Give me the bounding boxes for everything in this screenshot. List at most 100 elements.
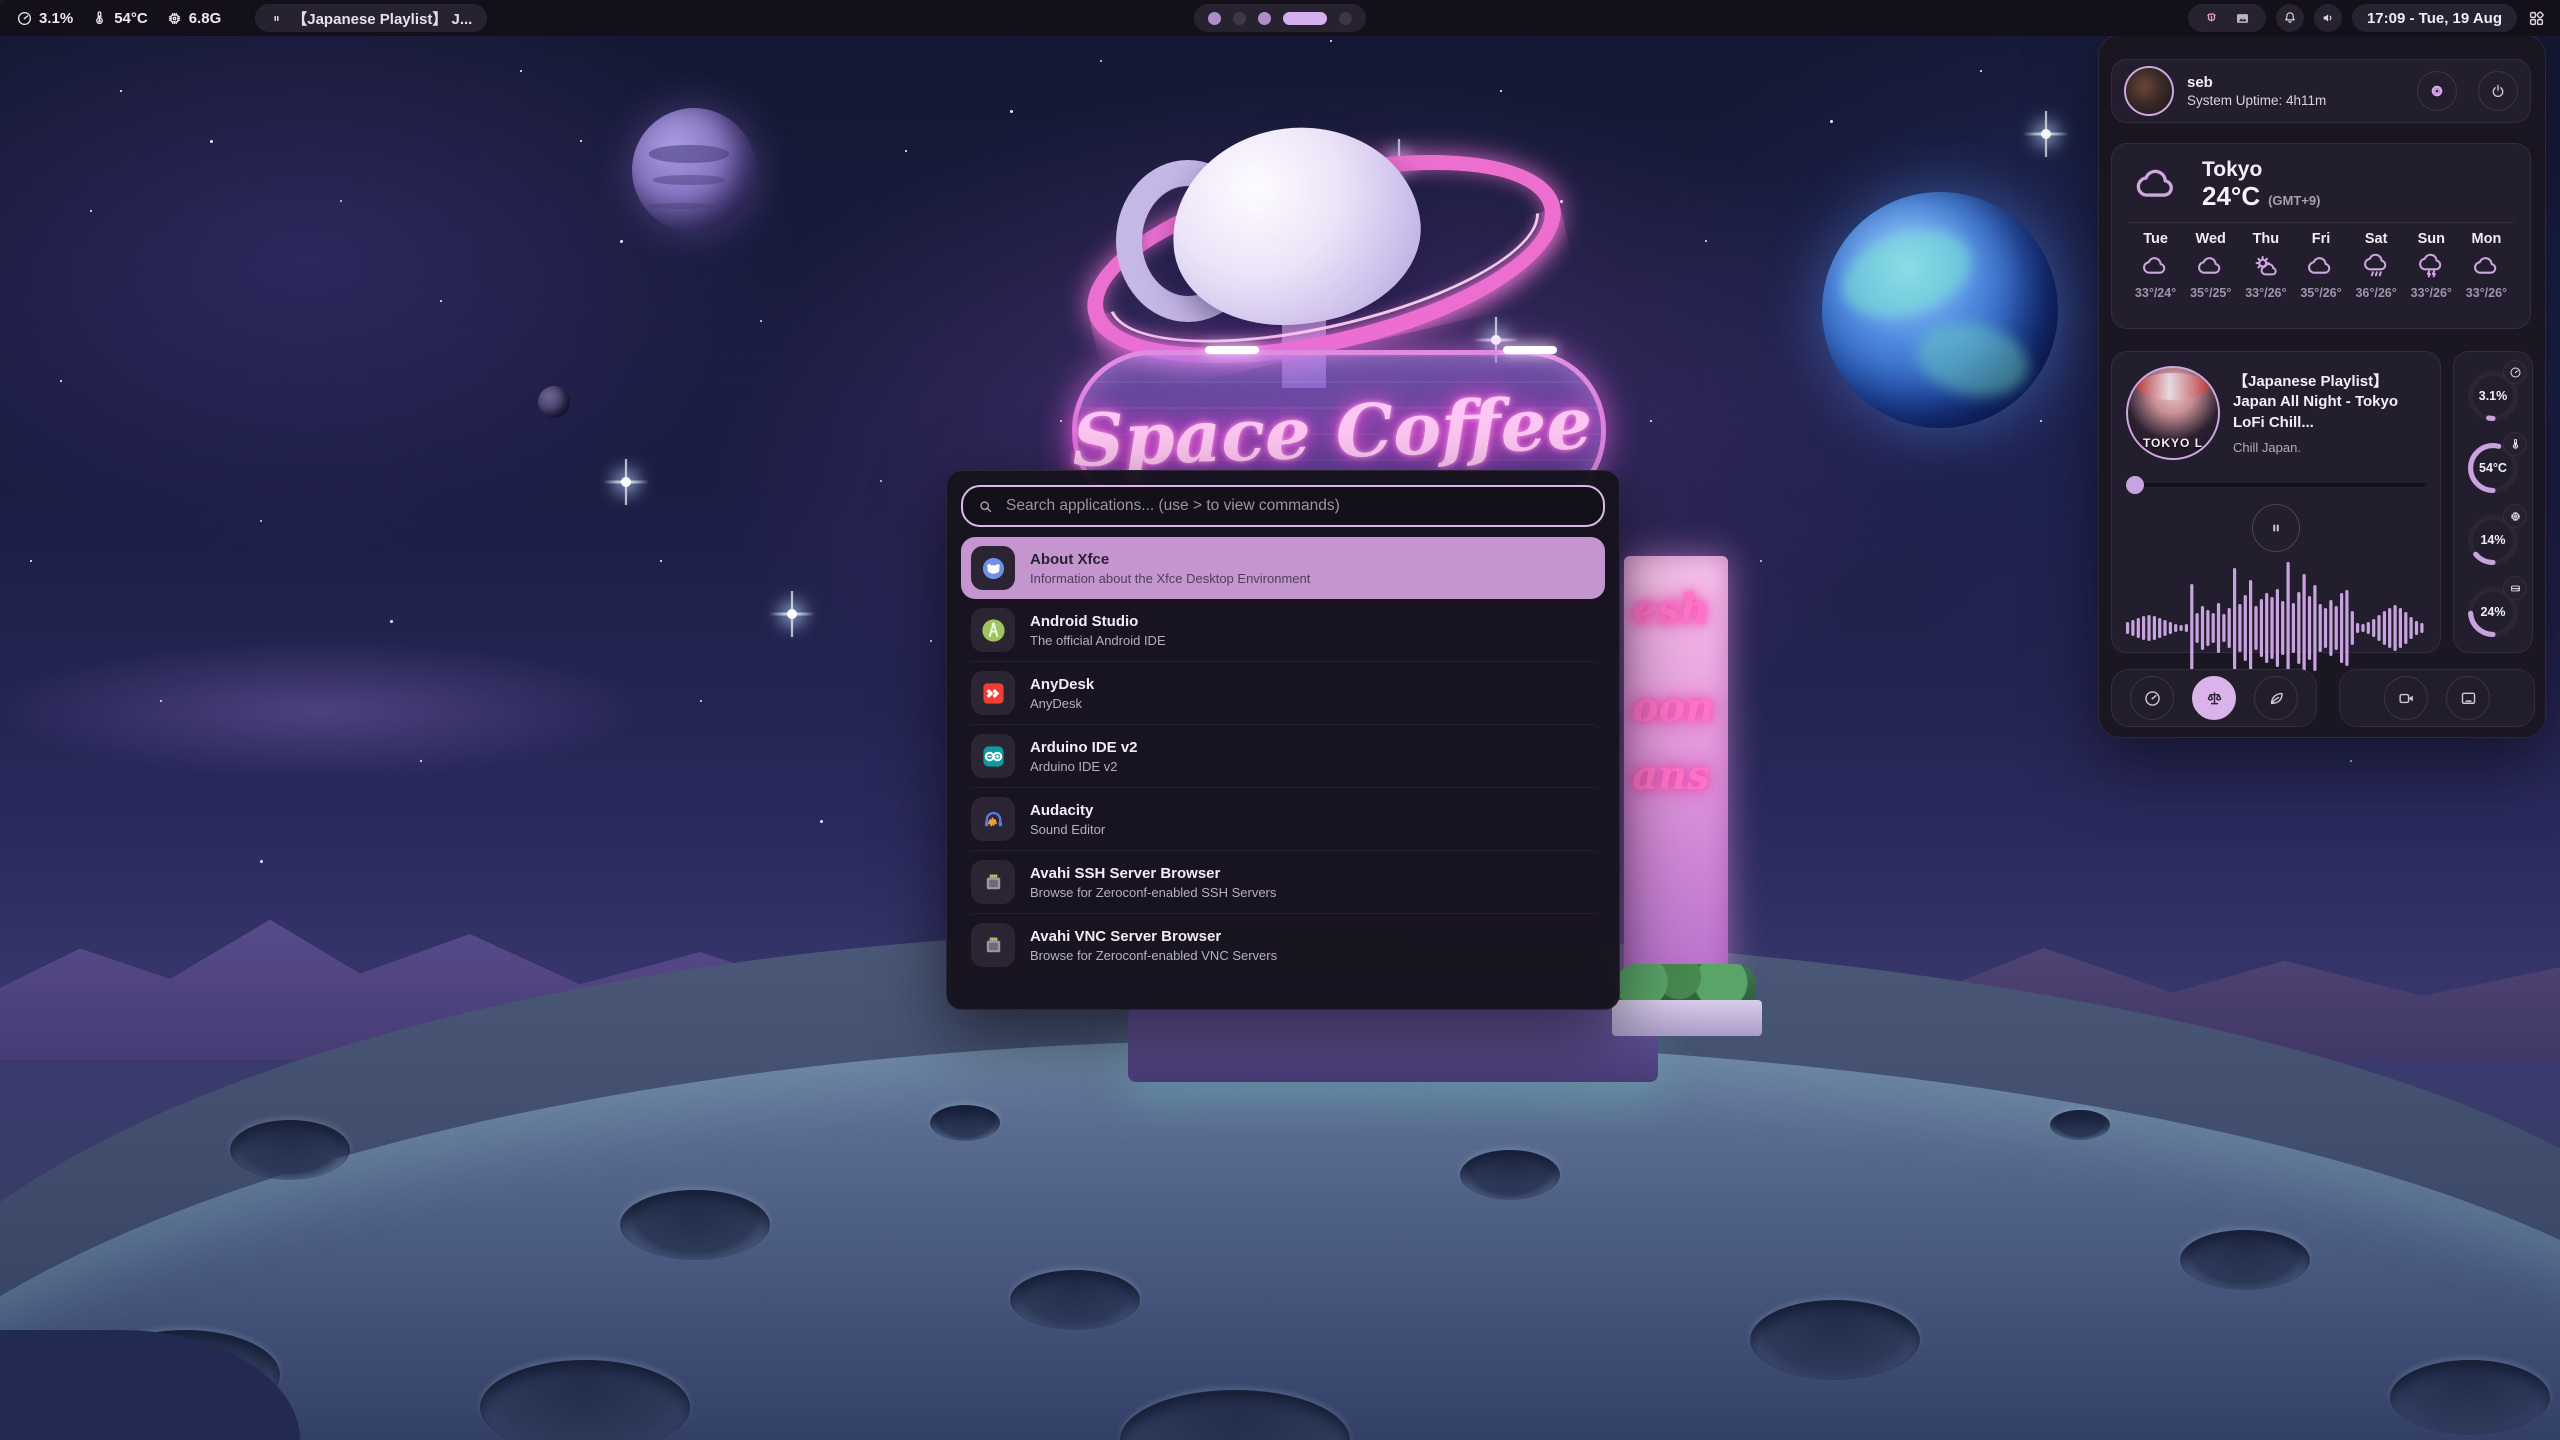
memory-value: 6.8G	[189, 10, 222, 27]
clock[interactable]: 17:09 - Tue, 19 Aug	[2352, 4, 2517, 32]
powersave-mode-button[interactable]	[2254, 676, 2298, 720]
app-description: AnyDesk	[1030, 696, 1094, 711]
app-name: Avahi SSH Server Browser	[1030, 865, 1276, 882]
crater	[620, 1190, 770, 1260]
screen-record-button[interactable]	[2384, 676, 2428, 720]
app-list-item[interactable]: Avahi VNC Server Browser Browse for Zero…	[961, 913, 1605, 976]
claw-icon[interactable]	[2203, 10, 2220, 27]
app-icon	[971, 546, 1015, 590]
window-neon-text: ans	[1632, 752, 1710, 799]
seek-slider[interactable]	[2126, 476, 2426, 494]
neon-sign-text: Space Coffee	[1071, 379, 1594, 482]
forecast-day: Sat 36°/26°	[2349, 231, 2404, 300]
gauge-icon	[2503, 504, 2527, 528]
forecast-temps: 36°/26°	[2355, 286, 2396, 300]
cpu-usage-stat: 3.1%	[16, 10, 73, 27]
speedometer-icon	[2143, 689, 2162, 708]
performance-mode-button[interactable]	[2130, 676, 2174, 720]
workspace-dot[interactable]	[1283, 12, 1327, 25]
capture-group	[2339, 669, 2535, 727]
workspace-dot[interactable]	[1208, 12, 1221, 25]
cpu-usage-value: 3.1%	[39, 10, 73, 27]
forecast-day: Wed 35°/25°	[2183, 231, 2238, 300]
speaker-icon	[2320, 10, 2336, 26]
forecast-day-label: Sat	[2365, 231, 2388, 247]
app-icon	[971, 734, 1015, 778]
gear-icon	[2428, 82, 2446, 100]
workspace-dot[interactable]	[1339, 12, 1352, 25]
play-pause-button[interactable]	[2252, 504, 2300, 552]
weather-card: Tokyo 24°C (GMT+9) Tue 33°/24°	[2111, 143, 2531, 329]
dashboard-button[interactable]	[2527, 9, 2546, 28]
nebula-haze	[0, 640, 640, 780]
power-button[interactable]	[2478, 71, 2518, 111]
album-art-text: TOKYO L	[2128, 436, 2218, 450]
now-playing-pill[interactable]: 【Japanese Playlist】 J...	[255, 4, 487, 32]
speedometer-icon	[16, 10, 33, 27]
track-title: 【Japanese Playlist】 Japan All Night - To…	[2233, 372, 2426, 433]
app-description: The official Android IDE	[1030, 633, 1166, 648]
app-name: AnyDesk	[1030, 676, 1094, 693]
divider	[2128, 222, 2514, 223]
app-description: Browse for Zeroconf-enabled VNC Servers	[1030, 948, 1277, 963]
desktop: esh oon ans Space Coffee 3.1%	[0, 0, 2560, 1440]
gauge: 54°C	[2463, 434, 2523, 498]
workspace-dot[interactable]	[1258, 12, 1271, 25]
app-icon	[971, 923, 1015, 967]
app-list-item[interactable]: Android Studio The official Android IDE	[961, 599, 1605, 661]
forecast-weather-icon	[2473, 253, 2500, 280]
forecast-weather-icon	[2197, 253, 2224, 280]
app-icon	[971, 608, 1015, 652]
notifications-button[interactable]	[2276, 4, 2304, 32]
workspace-dot[interactable]	[1233, 12, 1246, 25]
forecast-temps: 33°/26°	[2245, 286, 2286, 300]
earth-planet	[1822, 192, 2058, 428]
app-list-item[interactable]: Arduino IDE v2 Arduino IDE v2	[961, 724, 1605, 787]
app-icon	[971, 797, 1015, 841]
weekly-forecast: Tue 33°/24° Wed 35°/25° Thu 33°/26°	[2128, 231, 2514, 300]
weather-temperature: 24°C	[2202, 181, 2260, 212]
app-icon	[971, 671, 1015, 715]
forecast-weather-icon	[2363, 253, 2390, 280]
forecast-day: Mon 33°/26°	[2459, 231, 2514, 300]
app-list-item[interactable]: About Xfce Information about the Xfce De…	[961, 537, 1605, 599]
crater	[1010, 1270, 1140, 1330]
app-list-item[interactable]: Audacity Sound Editor	[961, 787, 1605, 850]
volume-button[interactable]	[2314, 4, 2342, 32]
seek-thumb[interactable]	[2126, 476, 2144, 494]
balanced-mode-button[interactable]	[2192, 676, 2236, 720]
star-flare	[1492, 336, 1500, 344]
app-list-item[interactable]: Avahi SSH Server Browser Browse for Zero…	[961, 850, 1605, 913]
pause-icon	[270, 12, 283, 25]
settings-button[interactable]	[2417, 71, 2457, 111]
forecast-weather-icon	[2252, 253, 2279, 280]
media-player-card: TOKYO L 【Japanese Playlist】 Japan All Ni…	[2111, 351, 2441, 653]
forecast-day-label: Wed	[2196, 231, 2226, 247]
search-bar[interactable]	[961, 485, 1605, 527]
power-icon	[2489, 82, 2507, 100]
wallpaper-icon[interactable]	[2234, 10, 2251, 27]
seek-track	[2126, 483, 2426, 487]
bell-icon	[2282, 10, 2298, 26]
crater	[230, 1120, 350, 1180]
forecast-day-label: Thu	[2253, 231, 2280, 247]
app-description: Arduino IDE v2	[1030, 759, 1138, 774]
app-name: Android Studio	[1030, 613, 1166, 630]
user-card: seb System Uptime: 4h11m	[2111, 59, 2531, 123]
star-flare	[622, 478, 630, 486]
forecast-temps: 33°/24°	[2135, 286, 2176, 300]
crater	[2050, 1110, 2110, 1140]
app-list-item[interactable]: AnyDesk AnyDesk	[961, 661, 1605, 724]
crater	[930, 1105, 1000, 1141]
gauge-icon	[2503, 576, 2527, 600]
purple-planet	[632, 108, 756, 232]
app-name: Avahi VNC Server Browser	[1030, 928, 1277, 945]
gauge: 3.1%	[2463, 362, 2523, 426]
power-profile-group	[2111, 669, 2317, 727]
screenshot-button[interactable]	[2446, 676, 2490, 720]
forecast-day-label: Tue	[2143, 231, 2168, 247]
thermometer-icon	[91, 10, 108, 27]
search-input[interactable]	[1004, 496, 1589, 516]
app-description: Sound Editor	[1030, 822, 1105, 837]
gauge-icon	[2503, 360, 2527, 384]
